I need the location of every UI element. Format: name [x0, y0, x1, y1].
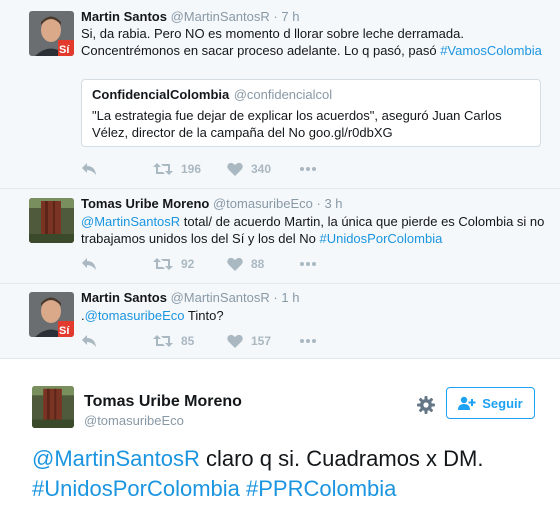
- tweet-header: Martin Santos @MartinSantosR · 7 h: [81, 9, 299, 24]
- reply-icon: [82, 163, 96, 175]
- mention-link[interactable]: @MartinSantosR: [32, 446, 200, 471]
- author-handle[interactable]: @tomasuribeEco: [84, 413, 184, 428]
- hashtag-link[interactable]: #UnidosPorColombia: [32, 476, 240, 501]
- tweet-header: Tomas Uribe Moreno @tomasuribeEco · 3 h: [81, 196, 343, 211]
- mention-link[interactable]: @MartinSantosR: [81, 214, 180, 229]
- follow-button-label: Seguir: [482, 395, 523, 411]
- quoted-author-handle: @confidencialcol: [233, 87, 333, 102]
- avatar[interactable]: [29, 198, 74, 243]
- tweet-text: @MartinSantosR total/ de acuerdo Martin,…: [81, 213, 551, 247]
- author-handle[interactable]: @MartinSantosR: [171, 9, 270, 24]
- retweet-button[interactable]: 196: [153, 160, 201, 178]
- gear-icon[interactable]: [416, 395, 436, 415]
- more-button[interactable]: [299, 255, 317, 273]
- reply-button[interactable]: [81, 160, 97, 178]
- hashtag-link[interactable]: #UnidosPorColombia: [319, 231, 442, 246]
- conversation-thread: Sí Martin Santos @MartinSantosR · 7 h Si…: [0, 0, 560, 358]
- tweet-time[interactable]: · 7 h: [273, 9, 299, 24]
- tweet-time[interactable]: · 1 h: [273, 290, 299, 305]
- reply-button[interactable]: [81, 255, 97, 273]
- like-button[interactable]: 157: [227, 332, 271, 350]
- reply-button[interactable]: [81, 332, 97, 350]
- author-name[interactable]: Martin Santos: [81, 9, 167, 24]
- tweet-martin-1[interactable]: Sí Martin Santos @MartinSantosR · 7 h Si…: [0, 0, 560, 188]
- retweet-count: 85: [181, 334, 195, 348]
- tweet-text-line: Concentrémonos en sacar proceso adelante…: [81, 43, 441, 58]
- tweet-text-body: Tinto?: [184, 308, 224, 323]
- retweet-count: 196: [181, 162, 202, 176]
- author-handle[interactable]: @tomasuribeEco: [213, 196, 313, 211]
- quoted-tweet[interactable]: ConfidencialColombia @confidencialcol "L…: [81, 79, 541, 147]
- reply-icon: [82, 335, 96, 347]
- avatar[interactable]: Sí: [29, 292, 74, 337]
- mention-link[interactable]: @tomasuribeEco: [85, 308, 185, 323]
- add-user-icon: [458, 396, 476, 410]
- author-handle[interactable]: @MartinSantosR: [171, 290, 270, 305]
- retweet-icon: [153, 258, 173, 270]
- like-count: 88: [251, 257, 265, 271]
- quoted-author-name: ConfidencialColombia: [92, 87, 230, 102]
- more-button[interactable]: [299, 332, 317, 350]
- retweet-count: 92: [181, 257, 195, 271]
- reply-icon: [82, 258, 96, 270]
- like-count: 157: [251, 334, 272, 348]
- like-button[interactable]: 88: [227, 255, 264, 273]
- heart-icon: [227, 334, 243, 348]
- focused-tweet: Tomas Uribe Moreno @tomasuribeEco Seguir…: [0, 358, 560, 506]
- tweet-text: .@tomasuribeEco Tinto?: [81, 307, 551, 324]
- author-name[interactable]: Tomas Uribe Moreno: [84, 393, 242, 411]
- more-dots-icon: [300, 339, 316, 343]
- quoted-text: "La estrategia fue dejar de explicar los…: [92, 108, 502, 140]
- tweet-time[interactable]: · 3 h: [317, 196, 343, 211]
- retweet-icon: [153, 335, 173, 347]
- tweet-tomas[interactable]: Tomas Uribe Moreno @tomasuribeEco · 3 h …: [0, 188, 560, 283]
- tweet-martin-2[interactable]: Sí Martin Santos @MartinSantosR · 1 h .@…: [0, 283, 560, 358]
- heart-icon: [227, 257, 243, 271]
- tweet-actions: 92 88: [81, 255, 381, 273]
- retweet-button[interactable]: 92: [153, 255, 194, 273]
- tweet-text: @MartinSantosR claro q si. Cuadramos x D…: [32, 444, 552, 504]
- avatar[interactable]: [32, 386, 74, 428]
- tweet-text-body: claro q si. Cuadramos x DM.: [199, 446, 484, 471]
- tweet-text: Si, da rabia. Pero NO es momento d llora…: [81, 25, 551, 59]
- more-dots-icon: [300, 167, 316, 171]
- retweet-button[interactable]: 85: [153, 332, 194, 350]
- author-name[interactable]: Tomas Uribe Moreno: [81, 196, 209, 211]
- hashtag-link[interactable]: #PPRColombia: [246, 476, 396, 501]
- follow-button[interactable]: Seguir: [446, 387, 535, 419]
- tweet-header: Martin Santos @MartinSantosR · 1 h: [81, 290, 299, 305]
- tweet-text-line: Si, da rabia. Pero NO es momento d llora…: [81, 26, 464, 41]
- avatar[interactable]: Sí: [29, 11, 74, 56]
- like-count: 340: [251, 162, 272, 176]
- more-dots-icon: [300, 262, 316, 266]
- tweet-actions: 85 157: [81, 332, 381, 350]
- hashtag-link[interactable]: #VamosColombia: [440, 43, 542, 58]
- like-button[interactable]: 340: [227, 160, 271, 178]
- heart-icon: [227, 162, 243, 176]
- author-name[interactable]: Martin Santos: [81, 290, 167, 305]
- avatar-badge: Sí: [59, 325, 70, 337]
- more-button[interactable]: [299, 160, 317, 178]
- retweet-icon: [153, 163, 173, 175]
- avatar-badge: Sí: [59, 44, 70, 56]
- tweet-actions: 196 340: [81, 160, 381, 178]
